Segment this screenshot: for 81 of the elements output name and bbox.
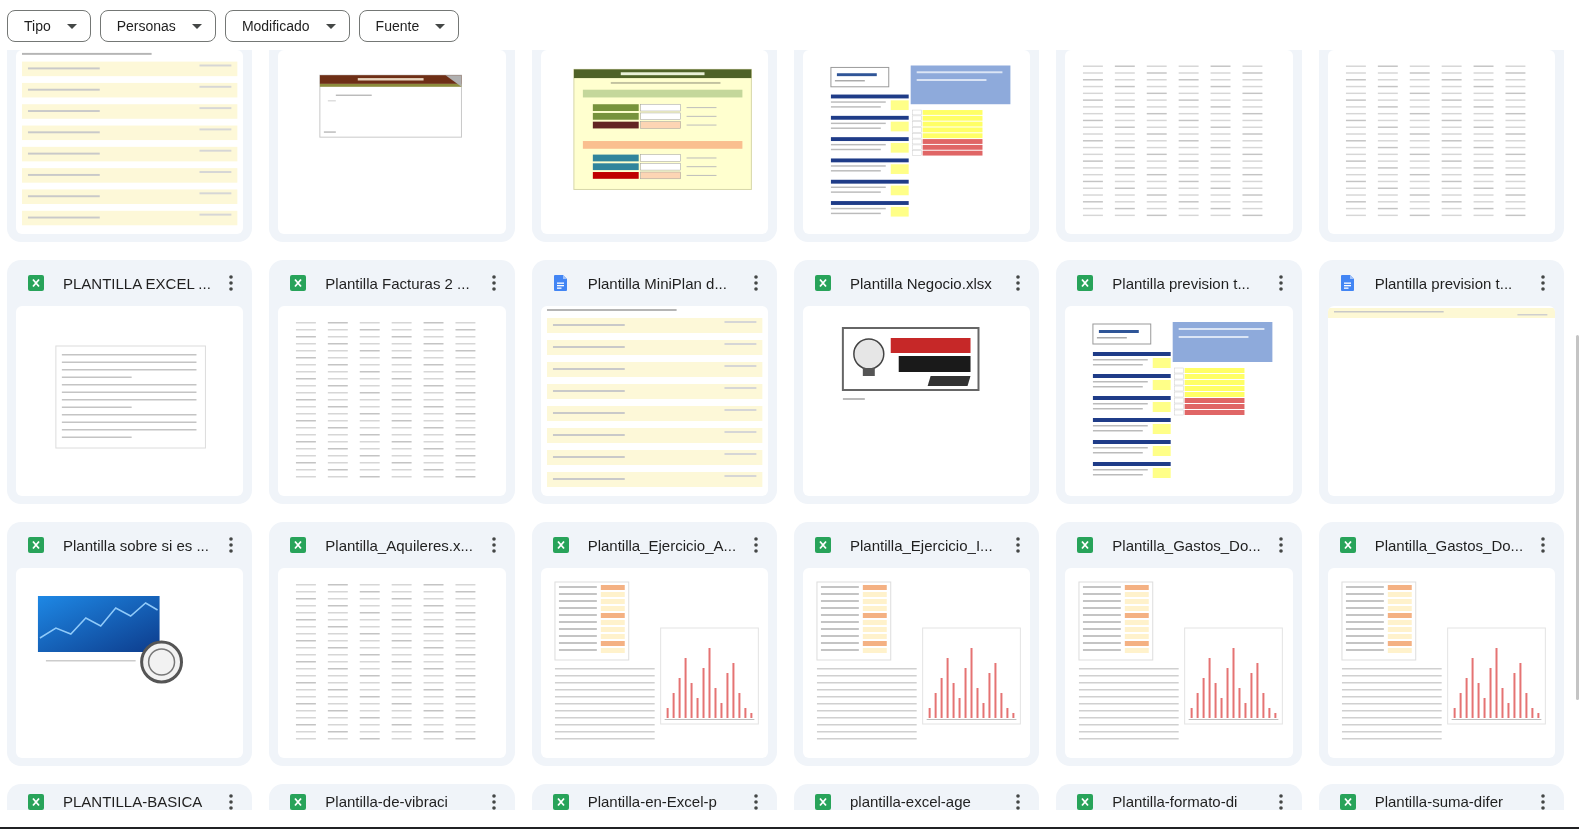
- more-options-icon[interactable]: [1278, 537, 1283, 553]
- more-options-icon[interactable]: [754, 793, 758, 810]
- caret-icon: [191, 23, 202, 29]
- more-options-icon[interactable]: [754, 537, 758, 553]
- file-name: Plantilla_Aquileres.x...: [325, 536, 473, 554]
- filter-dropdown[interactable]: Tipo: [7, 10, 91, 42]
- document-icon: [1341, 275, 1355, 291]
- file-name: Plantilla_Ejercicio_I...: [850, 536, 993, 554]
- spreadsheet-icon: [552, 537, 569, 553]
- more-options-icon[interactable]: [1278, 793, 1283, 810]
- filter-dropdown[interactable]: Fuente: [358, 10, 460, 42]
- spreadsheet-icon: [1339, 537, 1356, 553]
- file-name: PLANTILLA-BASICA: [63, 793, 203, 810]
- file-card[interactable]: Plantilla_Gastos_Do...: [1318, 522, 1564, 766]
- spreadsheet-icon: [290, 275, 307, 291]
- file-card[interactable]: plantilla-excel-age: [794, 784, 1040, 810]
- file-name: Plantilla Negocio.xlsx: [850, 274, 992, 292]
- spreadsheet-icon: [28, 793, 44, 810]
- file-card[interactable]: Plantilla_Ejercicio_A...: [531, 522, 777, 766]
- file-name: PLANTILLA EXCEL ...: [63, 274, 211, 292]
- file-name: Plantilla_Gastos_Do...: [1112, 536, 1261, 554]
- spreadsheet-icon: [290, 793, 307, 810]
- file-card[interactable]: Plantilla Facturas 2 ...: [269, 260, 515, 504]
- filter-dropdown[interactable]: Personas: [99, 10, 216, 42]
- file-card[interactable]: Plantilla_Aquileres.x...: [269, 522, 515, 766]
- spreadsheet-icon: [815, 793, 831, 810]
- file-name: Plantilla sobre si es ...: [63, 536, 209, 554]
- more-options-icon[interactable]: [229, 793, 234, 810]
- more-options-icon[interactable]: [491, 793, 496, 810]
- file-name: Plantilla-suma-difer: [1374, 793, 1504, 810]
- file-card[interactable]: Plantilla-suma-difer: [1318, 784, 1564, 810]
- file-card[interactable]: Plantilla prevision t...: [1056, 260, 1302, 504]
- file-card[interactable]: Plantilla-de-vibraci: [269, 784, 515, 810]
- spreadsheet-icon: [815, 537, 831, 553]
- file-name: Plantilla-de-vibraci: [325, 793, 448, 810]
- more-options-icon[interactable]: [1541, 537, 1545, 553]
- file-name: Plantilla-formato-di: [1112, 793, 1238, 810]
- more-options-icon[interactable]: [1278, 275, 1283, 291]
- more-options-icon[interactable]: [229, 537, 234, 553]
- more-options-icon[interactable]: [1016, 275, 1021, 291]
- file-card[interactable]: Plantilla_Ejercicio_I...: [794, 522, 1040, 766]
- spreadsheet-icon: [1077, 793, 1094, 810]
- spreadsheet-icon: [552, 793, 569, 810]
- spreadsheet-icon: [290, 537, 307, 553]
- file-name: Plantilla prevision t...: [1374, 274, 1513, 292]
- more-options-icon[interactable]: [754, 275, 758, 291]
- file-card[interactable]: Plantilla Negocio.xlsx: [794, 260, 1040, 504]
- document-icon: [554, 275, 568, 291]
- file-card[interactable]: PLANTILLA-BASICA: [7, 784, 253, 810]
- scrollbar-thumb[interactable]: [1576, 335, 1579, 700]
- more-options-icon[interactable]: [1541, 275, 1545, 291]
- more-options-icon[interactable]: [1541, 793, 1545, 810]
- spreadsheet-icon: [28, 537, 44, 553]
- spreadsheet-icon: [1077, 537, 1094, 553]
- caret-icon: [66, 23, 77, 29]
- spreadsheet-icon: [1077, 275, 1094, 291]
- file-name: Plantilla Facturas 2 ...: [325, 274, 470, 292]
- spreadsheet-icon: [1339, 793, 1356, 810]
- file-name: Plantilla-en-Excel-p: [587, 793, 717, 810]
- filter-dropdown[interactable]: Modificado: [224, 10, 350, 42]
- file-name: Plantilla_Gastos_Do...: [1374, 536, 1524, 554]
- spreadsheet-icon: [28, 275, 44, 291]
- file-name: Plantilla prevision t...: [1112, 274, 1250, 292]
- more-options-icon[interactable]: [229, 275, 234, 291]
- file-name: Plantilla_Ejercicio_A...: [587, 536, 737, 554]
- caret-icon: [435, 23, 446, 29]
- file-card[interactable]: Plantilla-formato-di: [1056, 784, 1302, 810]
- file-card[interactable]: Plantilla prevision t...: [1318, 260, 1564, 504]
- file-card[interactable]: Plantilla_Gastos_Do...: [1056, 522, 1302, 766]
- more-options-icon[interactable]: [491, 275, 496, 291]
- more-options-icon[interactable]: [1016, 793, 1021, 810]
- file-card[interactable]: Plantilla MiniPlan d...: [531, 260, 777, 504]
- file-card[interactable]: Plantilla-en-Excel-p: [531, 784, 777, 810]
- file-card[interactable]: PLANTILLA EXCEL ...: [7, 260, 253, 504]
- spreadsheet-icon: [815, 275, 831, 291]
- file-card[interactable]: Plantilla sobre si es ...: [7, 522, 253, 766]
- more-options-icon[interactable]: [491, 537, 496, 553]
- more-options-icon[interactable]: [1016, 537, 1021, 553]
- file-name: plantilla-excel-age: [850, 793, 971, 810]
- file-name: Plantilla MiniPlan d...: [587, 274, 727, 292]
- caret-icon: [325, 23, 336, 29]
